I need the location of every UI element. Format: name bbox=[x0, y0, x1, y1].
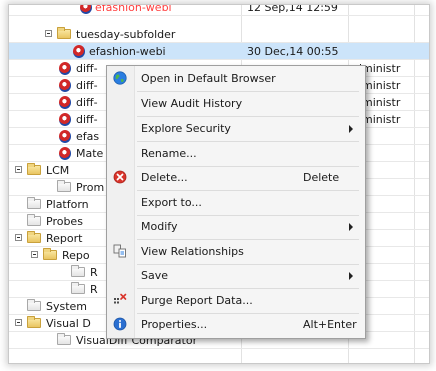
tree-row-name: Repo bbox=[62, 249, 90, 262]
tree-row-name: R bbox=[90, 283, 98, 296]
menu-item-save[interactable]: Save bbox=[107, 264, 365, 288]
menu-item-explore-security[interactable]: Explore Security bbox=[107, 117, 365, 141]
collapse-toggle-icon[interactable] bbox=[15, 166, 22, 173]
folder-icon bbox=[27, 299, 41, 311]
purge-icon bbox=[114, 293, 127, 304]
tree-row-name: tuesday-subfolder bbox=[76, 28, 176, 41]
tree-row-date: 30 Dec,14 00:55 bbox=[247, 45, 339, 58]
menu-item-open-in-default-browser[interactable]: Open in Default Browser bbox=[107, 67, 365, 91]
menu-item-label: Modify bbox=[141, 220, 178, 233]
submenu-arrow-icon bbox=[349, 272, 353, 280]
menu-item-export-to[interactable]: Export to... bbox=[107, 191, 365, 215]
folder-icon bbox=[71, 282, 85, 294]
submenu-arrow-icon bbox=[349, 223, 353, 231]
tree-row-name: Prom bbox=[76, 181, 105, 194]
webi-document-icon bbox=[59, 96, 71, 109]
menu-item-view-relationships[interactable]: View Relationships bbox=[107, 240, 365, 264]
tree-row-name: Visual D bbox=[46, 317, 91, 330]
folder-icon bbox=[27, 316, 41, 328]
tree-row-efashion-partial[interactable]: efashion-webi 12 Sep,14 12:59 bbox=[9, 4, 429, 16]
folder-icon bbox=[27, 231, 41, 243]
tree-row-name: diff- bbox=[76, 113, 98, 126]
menu-item-modify[interactable]: Modify bbox=[107, 215, 365, 239]
context-menu: Open in Default Browser View Audit Histo… bbox=[106, 65, 366, 339]
folder-icon bbox=[57, 27, 71, 39]
menu-item-label: Properties... bbox=[141, 318, 208, 331]
menu-item-shortcut: Alt+Enter bbox=[303, 318, 357, 331]
tree-row-name: System bbox=[46, 300, 88, 313]
tree-row-name: diff- bbox=[76, 62, 98, 75]
menu-item-rename[interactable]: Rename... bbox=[107, 142, 365, 166]
menu-item-label: Open in Default Browser bbox=[141, 72, 276, 85]
webi-document-icon bbox=[73, 45, 85, 58]
tree-row-name: LCM bbox=[46, 164, 70, 177]
tree-row-name: Mate bbox=[76, 147, 104, 160]
relationships-icon bbox=[113, 244, 126, 258]
menu-item-label: Export to... bbox=[141, 196, 202, 209]
webi-document-icon bbox=[80, 5, 92, 14]
menu-item-purge-report-data[interactable]: Purge Report Data... bbox=[107, 289, 365, 313]
menu-item-properties[interactable]: Properties... Alt+Enter bbox=[107, 313, 365, 337]
collapse-toggle-icon[interactable] bbox=[15, 234, 22, 241]
menu-item-shortcut: Delete bbox=[303, 171, 340, 184]
menu-item-label: Purge Report Data... bbox=[141, 294, 253, 307]
menu-item-label: View Audit History bbox=[141, 97, 243, 110]
collapse-toggle-icon[interactable] bbox=[31, 251, 38, 258]
webi-document-icon bbox=[59, 113, 71, 126]
tree-row-name: Probes bbox=[46, 215, 83, 228]
tree-row-name: R bbox=[90, 266, 98, 279]
info-icon bbox=[113, 317, 127, 331]
submenu-arrow-icon bbox=[349, 125, 353, 133]
tree-row-name: efashion-webi bbox=[89, 45, 166, 58]
tree-row-name: diff- bbox=[76, 79, 98, 92]
menu-item-view-audit-history[interactable]: View Audit History bbox=[107, 92, 365, 116]
menu-item-label: Save bbox=[141, 269, 169, 282]
tree-row-tuesday-subfolder[interactable]: tuesday-subfolder bbox=[9, 26, 429, 43]
menu-item-delete[interactable]: Delete... Delete bbox=[107, 166, 365, 190]
folder-icon bbox=[57, 180, 71, 192]
tree-row-name: diff- bbox=[76, 96, 98, 109]
collapse-toggle-icon[interactable] bbox=[15, 319, 22, 326]
menu-item-label: View Relationships bbox=[141, 245, 244, 258]
delete-icon bbox=[113, 170, 127, 184]
webi-document-icon bbox=[59, 130, 71, 143]
folder-icon bbox=[27, 197, 41, 209]
collapse-toggle-icon[interactable] bbox=[45, 30, 52, 37]
tree-row-efashion-selected[interactable]: efashion-webi 30 Dec,14 00:55 bbox=[9, 43, 429, 60]
menu-item-label: Delete... bbox=[141, 171, 188, 184]
folder-icon bbox=[57, 333, 71, 345]
menu-item-label: Explore Security bbox=[141, 122, 231, 135]
folder-icon bbox=[71, 265, 85, 277]
tree-row-name: efas bbox=[76, 130, 100, 143]
folder-icon bbox=[27, 163, 41, 175]
folder-icon bbox=[43, 248, 57, 260]
webi-document-icon bbox=[59, 79, 71, 92]
webi-document-icon bbox=[59, 62, 71, 75]
tree-row-date: 12 Sep,14 12:59 bbox=[247, 4, 338, 14]
tree-row-name: efashion-webi bbox=[95, 4, 172, 14]
tree-row-name: Platforn bbox=[46, 198, 89, 211]
webi-document-icon bbox=[59, 147, 71, 160]
globe-icon bbox=[113, 71, 127, 85]
window-frame: efashion-webi 12 Sep,14 12:59 tuesday-su… bbox=[8, 4, 430, 364]
menu-item-label: Rename... bbox=[141, 147, 197, 160]
tree-row-name: Report bbox=[46, 232, 83, 245]
folder-icon bbox=[27, 214, 41, 226]
